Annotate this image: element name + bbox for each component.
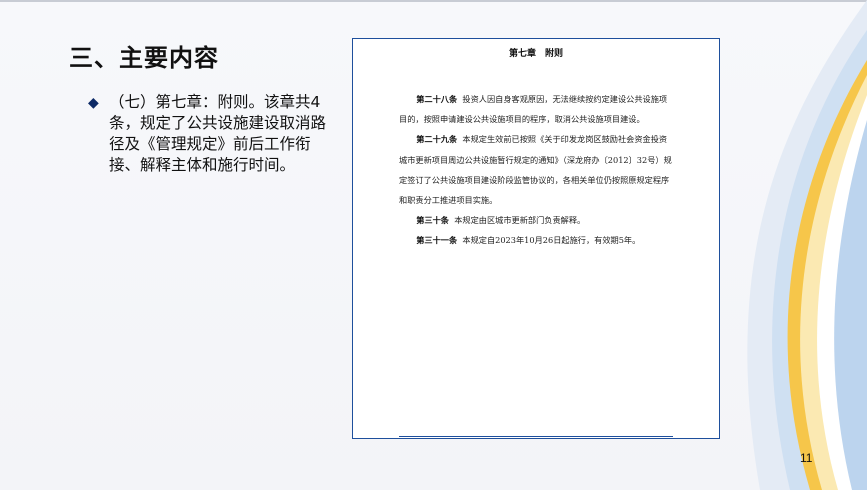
chapter-title: 第七章 附则: [508, 49, 563, 59]
document-bottom-rule: [399, 436, 673, 437]
slide-title: 三、主要内容: [69, 44, 219, 72]
top-divider: [0, 0, 867, 2]
bullet-text: （七）第七章：附则。该章共4条，规定了公共设施建设取消路径及《管理规定》前后工作…: [109, 93, 327, 174]
article-28: 第二十八条 投资人因自身客观原因，无法继续按约定建设公共设施项目的，按照申请建设…: [399, 94, 668, 125]
article-30: 第三十条 本规定由区城市更新部门负责解释。: [416, 215, 586, 226]
document-image: 第七章 附则 第二十八条 投资人因自身客观原因，无法继续按约定建设公共设施项目的…: [352, 38, 720, 439]
document-body: 第二十八条 投资人因自身客观原因，无法继续按约定建设公共设施项目的，按照申请建设…: [353, 59, 719, 251]
content-bullet: ◆ （七）第七章：附则。该章共4条，规定了公共设施建设取消路径及《管理规定》前后…: [88, 92, 338, 176]
diamond-bullet-icon: ◆: [88, 95, 99, 111]
article-29: 第二十九条 本规定生效前已按照《关于印发龙岗区鼓励社会资金投资城市更新项目周边公…: [399, 134, 672, 206]
article-31: 第三十一条 本规定自2023年10月26日起施行，有效期5年。: [416, 235, 641, 246]
page-number: 11: [800, 451, 813, 465]
